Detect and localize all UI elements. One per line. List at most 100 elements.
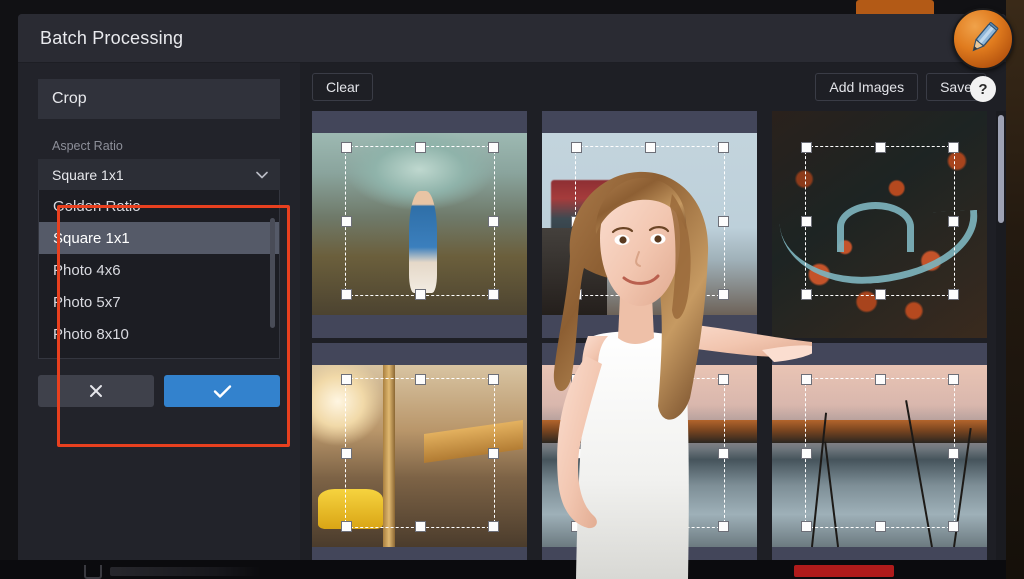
batch-processing-dialog: Batch Processing Crop Aspect Ratio Squar… [18,14,1006,565]
crop-handle-top-center[interactable] [415,374,426,385]
crop-handle-middle-left[interactable] [571,216,582,227]
crop-handle-top-right[interactable] [718,374,729,385]
thumbnail-train[interactable] [542,111,757,338]
crop-handle-bottom-center[interactable] [875,521,886,532]
crop-handle-top-center[interactable] [645,374,656,385]
crop-handle-middle-right[interactable] [718,216,729,227]
tool-title-crop: Crop [38,79,280,119]
dialog-body: Crop Aspect Ratio Square 1x1 Golden Rati… [18,63,1006,565]
thumbnail-lake-sunset[interactable] [542,343,757,565]
crop-handle-top-right[interactable] [948,142,959,153]
aspect-ratio-label: Aspect Ratio [52,139,123,153]
crop-handle-bottom-right[interactable] [718,521,729,532]
thumbnail-city-street[interactable] [312,343,527,565]
app-logo-pencil[interactable] [952,8,1014,70]
aspect-option-square-1x1[interactable]: Square 1x1 [39,222,279,254]
crop-handle-top-center[interactable] [875,374,886,385]
crop-handle-top-right[interactable] [948,374,959,385]
tool-title-label: Crop [52,90,87,107]
crop-handle-bottom-right[interactable] [718,289,729,300]
crop-handle-bottom-center[interactable] [645,521,656,532]
dialog-titlebar: Batch Processing [18,14,1006,63]
crop-handle-top-left[interactable] [571,142,582,153]
crop-handle-bottom-right[interactable] [488,521,499,532]
crop-sidebar: Crop Aspect Ratio Square 1x1 Golden Rati… [18,63,300,565]
crop-handle-bottom-center[interactable] [875,289,886,300]
help-button[interactable]: ? [970,76,996,102]
crop-handle-top-left[interactable] [801,142,812,153]
confirm-button[interactable] [164,375,280,407]
crop-handle-bottom-left[interactable] [341,289,352,300]
crop-handle-top-left[interactable] [801,374,812,385]
images-panel: Clear Add Images Save [300,63,1006,565]
bottom-status-text [110,567,260,576]
crop-handle-top-right[interactable] [488,374,499,385]
crop-handle-top-center[interactable] [645,142,656,153]
bottom-red-badge [794,565,894,577]
crop-selection[interactable] [341,142,499,300]
thumbnail-lake-reflection[interactable] [772,343,987,565]
crop-handle-bottom-left[interactable] [341,521,352,532]
crop-handle-top-left[interactable] [341,142,352,153]
crop-selection[interactable] [801,374,959,532]
aspect-option-photo-4x6[interactable]: Photo 4x6 [39,254,279,286]
trash-icon[interactable] [84,565,102,579]
clear-button[interactable]: Clear [312,73,374,101]
crop-handle-middle-right[interactable] [948,216,959,227]
crop-handle-top-left[interactable] [341,374,352,385]
aspect-ratio-block: Aspect Ratio Square 1x1 Golden Ratio Squ… [38,131,280,359]
crop-handle-middle-left[interactable] [341,216,352,227]
aspect-ratio-select[interactable]: Square 1x1 [38,159,280,190]
add-images-button[interactable]: Add Images [815,73,919,101]
check-icon [213,384,232,399]
crop-handle-bottom-right[interactable] [488,289,499,300]
aspect-ratio-selected-value: Square 1x1 [52,166,124,183]
crop-handle-middle-left[interactable] [571,448,582,459]
crop-handle-middle-right[interactable] [718,448,729,459]
image-grid-scrollbar-thumb[interactable] [998,115,1004,223]
crop-selection[interactable] [341,374,499,532]
crop-handle-bottom-right[interactable] [948,289,959,300]
aspect-ratio-dropdown-list[interactable]: Golden Ratio Square 1x1 Photo 4x6 Photo … [38,190,280,359]
page-title: Batch Processing [40,27,184,48]
chevron-down-icon [256,169,268,181]
crop-selection[interactable] [571,142,729,300]
crop-handle-top-center[interactable] [875,142,886,153]
thumbnail-greenhouse[interactable] [312,111,527,338]
aspect-option-label: Photo 5x7 [53,293,121,311]
aspect-option-photo-8x10[interactable]: Photo 8x10 [39,318,279,350]
pencil-icon [972,22,999,52]
crop-handle-middle-left[interactable] [801,448,812,459]
crop-selection[interactable] [571,374,729,532]
crop-handle-bottom-right[interactable] [948,521,959,532]
crop-handle-bottom-left[interactable] [571,521,582,532]
cancel-button[interactable] [38,375,154,407]
crop-handle-top-left[interactable] [571,374,582,385]
crop-handle-bottom-center[interactable] [415,521,426,532]
crop-selection[interactable] [801,142,959,300]
crop-handle-bottom-left[interactable] [571,289,582,300]
dropdown-scrollbar[interactable] [270,218,275,328]
aspect-option-label: Square 1x1 [53,229,130,247]
aspect-option-photo-5x7[interactable]: Photo 5x7 [39,286,279,318]
aspect-option-golden-ratio[interactable]: Golden Ratio [39,190,279,222]
crop-handle-top-right[interactable] [718,142,729,153]
crop-handle-bottom-center[interactable] [645,289,656,300]
crop-handle-bottom-left[interactable] [801,521,812,532]
crop-handle-middle-right[interactable] [488,216,499,227]
crop-handle-middle-right[interactable] [948,448,959,459]
crop-handle-middle-right[interactable] [488,448,499,459]
crop-handle-top-right[interactable] [488,142,499,153]
crop-handle-bottom-left[interactable] [801,289,812,300]
background-right-sliver [1006,0,1024,579]
crop-action-buttons [38,375,280,407]
crop-handle-middle-left[interactable] [341,448,352,459]
dropdown-bottom-edge [39,347,279,358]
crop-handle-bottom-center[interactable] [415,289,426,300]
thumbnail-aerial-forest[interactable] [772,111,987,338]
image-grid-scrollbar[interactable] [996,111,1006,565]
aspect-option-label: Photo 8x10 [53,325,129,343]
crop-handle-top-center[interactable] [415,142,426,153]
crop-handle-middle-left[interactable] [801,216,812,227]
aspect-option-label: Golden Ratio [53,197,141,215]
